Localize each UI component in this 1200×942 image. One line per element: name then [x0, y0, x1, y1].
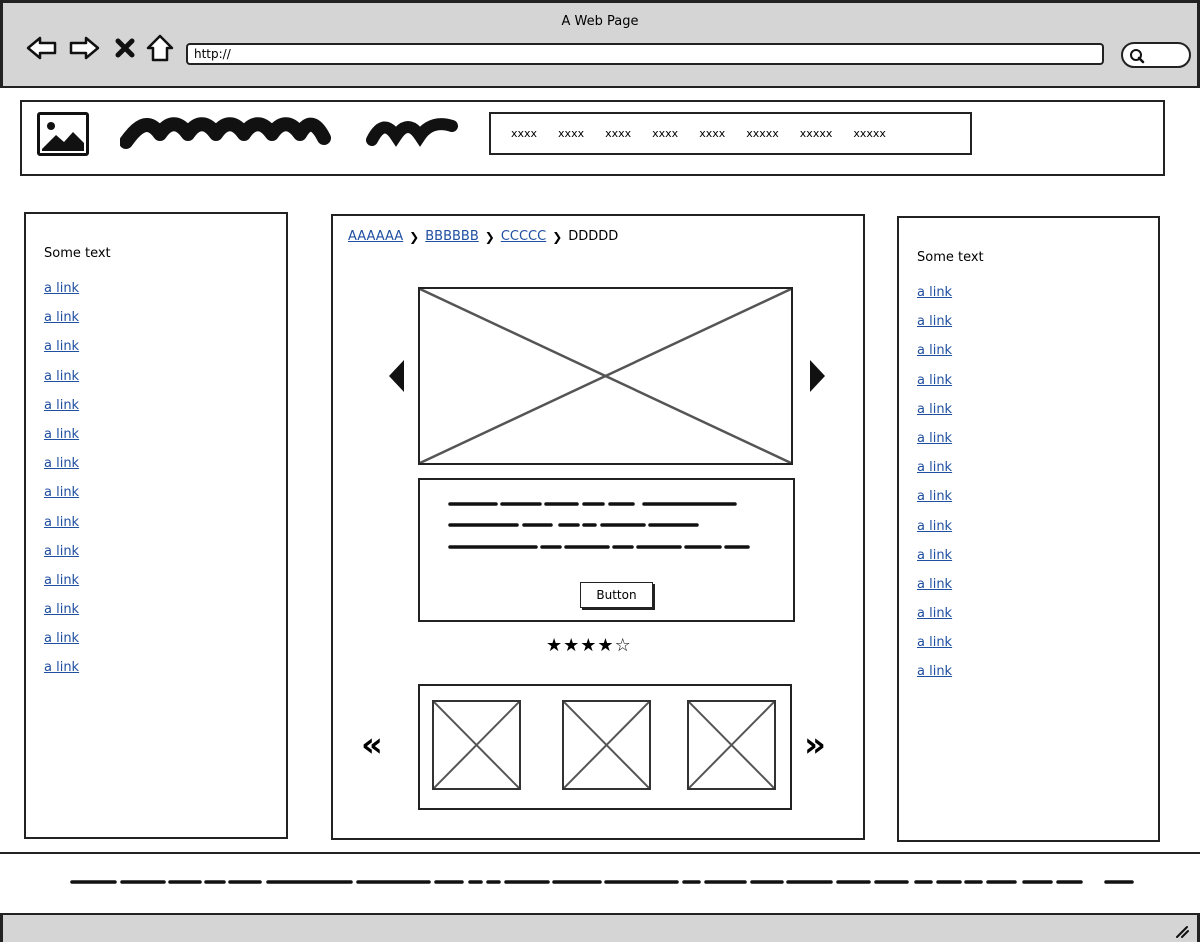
sidebar-link[interactable]: a link [44, 339, 79, 354]
sidebar-link[interactable]: a link [44, 456, 79, 471]
sidebar-link[interactable]: a link [44, 631, 79, 646]
sidebar-title: Some text [44, 246, 111, 261]
sidebar-link[interactable]: a link [44, 602, 79, 617]
top-navigation-menu: xxxx xxxx xxxx xxxx xxxx xxxxx xxxxx xxx… [489, 112, 972, 155]
star-filled-icon: ★ [563, 635, 581, 656]
sidebar-link[interactable]: a link [44, 281, 79, 296]
resize-grip-icon[interactable] [1173, 922, 1189, 938]
search-icon [1130, 49, 1145, 64]
menu-item[interactable]: xxxx [605, 127, 631, 140]
sidebar-link[interactable]: a link [917, 373, 952, 388]
sidebar-link[interactable]: a link [44, 369, 79, 384]
image-placeholder-icon [433, 701, 520, 789]
sidebar-link[interactable]: a link [917, 314, 952, 329]
carousel-next-button[interactable] [809, 359, 827, 397]
double-chevron-left-icon: « [361, 725, 383, 765]
image-placeholder-icon [563, 701, 650, 789]
image-placeholder-icon [419, 287, 792, 465]
sidebar-link[interactable]: a link [917, 402, 952, 417]
star-filled-icon: ★ [580, 635, 598, 656]
sidebar-link[interactable]: a link [917, 548, 952, 563]
left-link-list: a link a link a link a link a link a lin… [44, 281, 79, 690]
thumbnails-prev-button[interactable]: « [361, 728, 383, 762]
thumbnail-image[interactable] [562, 700, 651, 790]
left-sidebar: Some text a link a link a link a link a … [24, 212, 288, 839]
chevron-right-icon: ❯ [409, 229, 420, 244]
sidebar-link[interactable]: a link [917, 489, 952, 504]
sidebar-link[interactable]: a link [917, 285, 952, 300]
sidebar-link[interactable]: a link [917, 431, 952, 446]
sidebar-link[interactable]: a link [917, 606, 952, 621]
browser-toolbar: A Web Page http:// [0, 0, 1200, 88]
menu-item[interactable]: xxxxx [853, 127, 886, 140]
menu-item[interactable]: xxxxx [800, 127, 833, 140]
sidebar-link[interactable]: a link [917, 460, 952, 475]
sidebar-link[interactable]: a link [44, 660, 79, 675]
breadcrumb-current: DDDDD [568, 229, 619, 244]
image-placeholder-icon [688, 701, 775, 789]
search-button[interactable] [1121, 42, 1191, 68]
sidebar-link[interactable]: a link [44, 427, 79, 442]
sidebar-link[interactable]: a link [44, 573, 79, 588]
sidebar-link[interactable]: a link [44, 398, 79, 413]
home-icon[interactable] [143, 31, 177, 65]
site-header: xxxx xxxx xxxx xxxx xxxx xxxxx xxxxx xxx… [20, 100, 1165, 176]
description-card: Button [418, 478, 795, 622]
sidebar-link[interactable]: a link [44, 515, 79, 530]
primary-button[interactable]: Button [580, 582, 653, 608]
sidebar-link[interactable]: a link [917, 343, 952, 358]
star-filled-icon: ★ [597, 635, 615, 656]
star-rating[interactable]: ★★★★☆ [546, 635, 632, 656]
chevron-right-icon: ❯ [484, 229, 495, 244]
thumbnail-image[interactable] [687, 700, 776, 790]
page-footer [0, 852, 1200, 914]
breadcrumb: AAAAAA ❯ BBBBBB ❯ CCCCC ❯ DDDDD [348, 229, 618, 244]
menu-item[interactable]: xxxxx [746, 127, 779, 140]
sidebar-title: Some text [917, 250, 984, 265]
star-filled-icon: ★ [546, 635, 564, 656]
carousel-prev-button[interactable] [387, 359, 405, 397]
thumbnail-strip [418, 684, 792, 810]
sidebar-link[interactable]: a link [917, 577, 952, 592]
description-scribble [448, 502, 750, 549]
menu-item[interactable]: xxxx [652, 127, 678, 140]
right-sidebar: Some text a link a link a link a link a … [897, 216, 1160, 842]
window-title: A Web Page [561, 14, 639, 29]
sidebar-link[interactable]: a link [917, 519, 952, 534]
right-link-list: a link a link a link a link a link a lin… [917, 285, 952, 694]
main-content-panel: AAAAAA ❯ BBBBBB ❯ CCCCC ❯ DDDDD Button ★… [331, 214, 865, 840]
menu-item[interactable]: xxxx [558, 127, 584, 140]
caret-right-icon [810, 360, 825, 392]
sidebar-link[interactable]: a link [917, 635, 952, 650]
image-placeholder [418, 287, 793, 465]
sidebar-link[interactable]: a link [44, 544, 79, 559]
breadcrumb-item[interactable]: CCCCC [501, 229, 546, 244]
thumbnails-next-button[interactable]: » [804, 728, 826, 762]
menu-item[interactable]: xxxx [699, 127, 725, 140]
back-arrow-icon[interactable] [25, 31, 59, 65]
menu-item[interactable]: xxxx [511, 127, 537, 140]
footer-text-scribble [70, 880, 1134, 884]
thumbnail-image[interactable] [432, 700, 521, 790]
browser-status-bar [0, 913, 1200, 942]
breadcrumb-item[interactable]: AAAAAA [348, 229, 403, 244]
logo-image-icon [37, 112, 89, 156]
site-name-scribble [119, 112, 460, 156]
close-icon[interactable] [108, 31, 142, 65]
sidebar-link[interactable]: a link [917, 664, 952, 679]
url-input[interactable]: http:// [186, 43, 1104, 65]
chevron-right-icon: ❯ [552, 229, 563, 244]
sidebar-link[interactable]: a link [44, 310, 79, 325]
forward-arrow-icon[interactable] [67, 31, 101, 65]
double-chevron-right-icon: » [804, 725, 826, 765]
sidebar-link[interactable]: a link [44, 485, 79, 500]
breadcrumb-item[interactable]: BBBBBB [425, 229, 479, 244]
caret-left-icon [389, 360, 404, 392]
star-empty-icon: ☆ [614, 635, 632, 656]
